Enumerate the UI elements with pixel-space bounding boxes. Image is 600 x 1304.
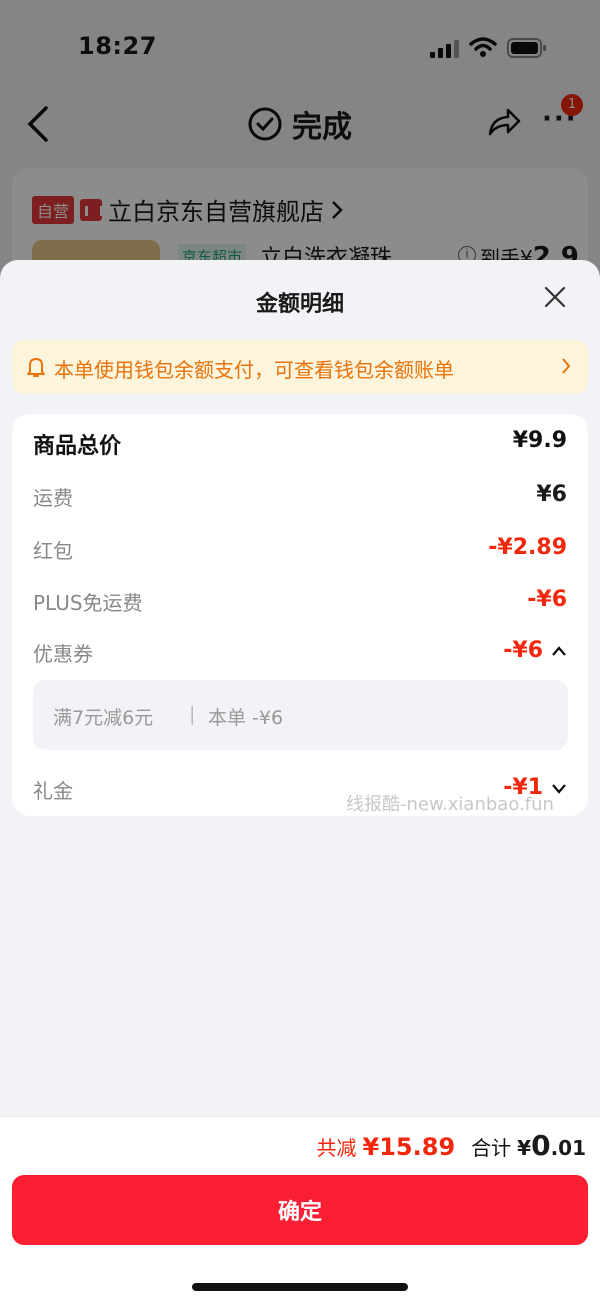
- coupon-amount: 本单 -¥6: [208, 707, 284, 729]
- modal-overlay[interactable]: [0, 0, 600, 300]
- row-label: 优惠券: [33, 642, 93, 666]
- total-dec: .01: [550, 1136, 586, 1160]
- total-yen: ¥: [517, 1136, 532, 1160]
- total-int: 0: [531, 1129, 551, 1162]
- price-summary: 共减 ¥15.89 合计 ¥0.01: [317, 1129, 586, 1162]
- row-red-packet: 红包 -¥2.89: [33, 535, 567, 571]
- coupon-detail-box: 满7元减6元 | 本单 -¥6: [33, 680, 568, 750]
- total-value: ¥0.01: [517, 1129, 586, 1162]
- row-plus-free-shipping: PLUS免运费 -¥6: [33, 587, 567, 623]
- chevron-right-icon: [562, 358, 571, 374]
- row-value-wrap: -¥6: [503, 638, 567, 663]
- bell-icon: [27, 358, 45, 377]
- amount-detail-sheet: 金额明细 本单使用钱包余额支付，可查看钱包余额账单 商品总价 ¥9.9 运费 ¥…: [0, 260, 600, 1304]
- watermark-text: 线报酷-new.xianbao.fun: [346, 794, 554, 815]
- total-reduce-label: 共减: [316, 1136, 357, 1160]
- row-label: 商品总价: [33, 434, 122, 459]
- row-value: -¥6: [527, 587, 567, 612]
- row-label: PLUS免运费: [33, 591, 143, 615]
- close-icon[interactable]: [544, 286, 566, 308]
- chevron-up-icon[interactable]: [551, 645, 567, 657]
- row-label: 礼金: [33, 779, 73, 803]
- row-coupon[interactable]: 优惠券 -¥6: [33, 638, 567, 674]
- amount-detail-card: 商品总价 ¥9.9 运费 ¥6 红包 -¥2.89 PLUS免运费 -¥6 优惠…: [12, 414, 588, 816]
- total-label: 合计: [471, 1136, 512, 1160]
- bottom-bar: 共减 ¥15.89 合计 ¥0.01 确定: [0, 1116, 600, 1304]
- row-value: -¥6: [503, 638, 543, 663]
- row-label: 运费: [33, 486, 73, 510]
- row-value: -¥2.89: [488, 535, 567, 560]
- coupon-separator: |: [189, 703, 196, 725]
- row-total-price: 商品总价 ¥9.9: [33, 428, 567, 464]
- total-reduce-value: ¥15.89: [362, 1133, 456, 1161]
- confirm-button[interactable]: 确定: [12, 1175, 588, 1245]
- wallet-notice-text: 本单使用钱包余额支付，可查看钱包余额账单: [54, 358, 454, 382]
- row-shipping: 运费 ¥6: [33, 482, 567, 518]
- row-value: ¥9.9: [512, 428, 567, 453]
- sheet-title: 金额明细: [255, 292, 344, 317]
- row-value: ¥6: [536, 482, 567, 507]
- home-indicator: [192, 1283, 408, 1291]
- coupon-rule: 满7元减6元: [53, 707, 154, 729]
- wallet-notice-banner[interactable]: 本单使用钱包余额支付，可查看钱包余额账单: [12, 340, 588, 394]
- row-label: 红包: [33, 539, 73, 563]
